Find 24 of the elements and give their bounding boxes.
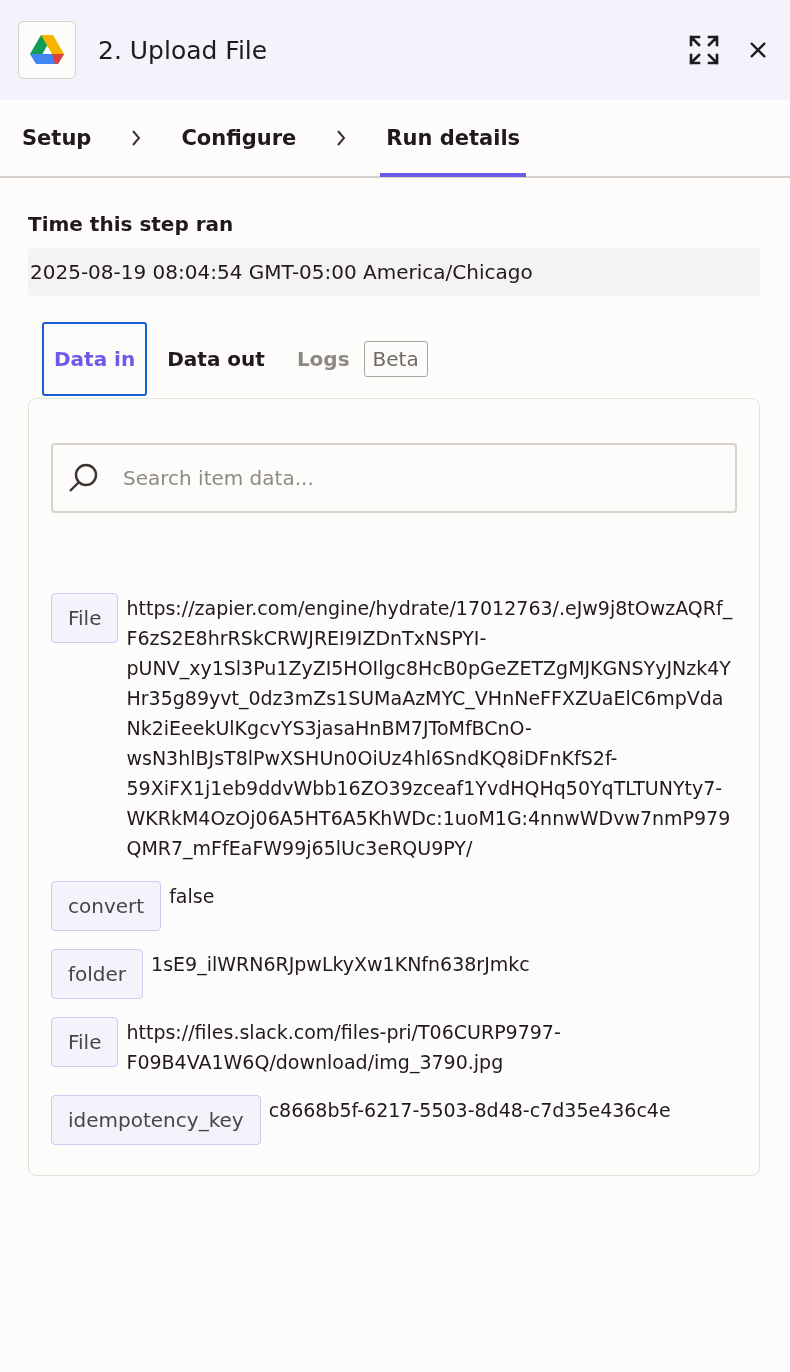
beta-badge: Beta <box>363 341 428 377</box>
field-key: convert <box>51 881 162 931</box>
field-value: false <box>169 884 215 909</box>
field-value: 1sE9_ilWRN6RJpwLkyXw1KNfn638rJmkc <box>151 952 530 978</box>
step-tab[interactable]: Run details <box>380 99 527 177</box>
field-key: idempotency_key <box>51 1095 261 1145</box>
step-tab[interactable]: Setup <box>22 99 98 177</box>
run-time-value: 2025-08-19 08:04:54 GMT-05:00 America/Chicago <box>28 248 760 296</box>
field-value: c8668b5f-6217-5503-8d48-c7d35e436c4e <box>268 1098 671 1123</box>
chevron-right-icon <box>336 129 347 147</box>
search-icon <box>67 462 99 494</box>
data-tab[interactable]: Data out <box>155 322 277 396</box>
search-field[interactable]: Search item data... <box>51 443 737 513</box>
field-key: folder <box>51 949 144 999</box>
field-key: File <box>51 1017 119 1067</box>
field-value: https://zapier.com/engine/hydrate/17012763/.eJw9j8tOwzAQRf_F6zS2E8hrRSkCRWJREI9IZDnTxNSPYI-pUNV_xy1Sl3Pu1ZyZI5HOIlgc8HcB0pGeZETZgMJKGNSYyJNzk4YHr35g89yvt_0dz3mZs1SUMaAzMYC_VHnNeFFXZUaElC6mpVdaNk2iEeekUlKgcvYS3jasaHnBM7JToMfBCnO-wsN3hlBJsT8lPwXSHUn0OiUz4hl6SndKQ8iDFnKfS2f-59XiFX1j1eb9ddvWbb16ZO39zceaf1YvdHQHq50YqTLTUNYty7-WKRkM4OzOj06A5HT6A5KhWDc:1uoM1G:4nnwWDvw7nmP979QMR7_mFfEaFW99j65lUc3eRQU9PY/ <box>126 596 734 862</box>
step-tab[interactable]: Configure <box>175 99 303 177</box>
field-label: Time this step ran <box>28 212 235 236</box>
field-key: File <box>51 593 119 643</box>
data-tab[interactable]: Data in <box>42 322 148 396</box>
field-value: https://files.slack.com/files-pri/T06CURP9797-F09B4VA1W6Q/download/img_3790.jpg <box>126 1020 562 1076</box>
drive-logo-icon <box>18 21 76 79</box>
chevron-right-icon <box>131 129 142 147</box>
panel-title: 2. Upload File <box>98 35 268 65</box>
